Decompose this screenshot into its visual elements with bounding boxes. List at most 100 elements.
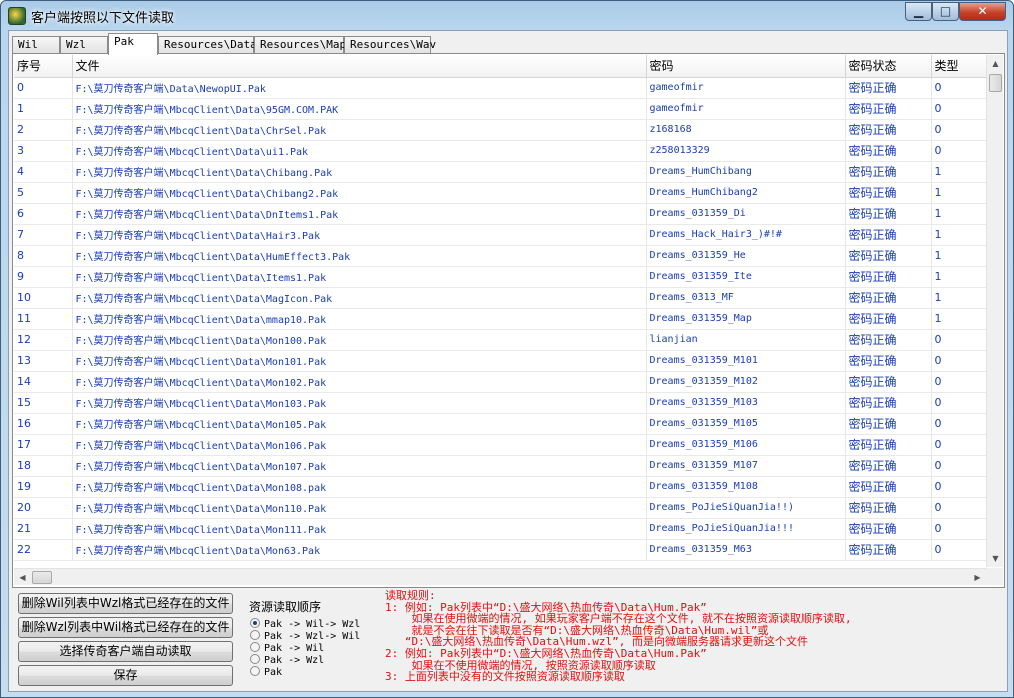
read-order-group: 资源读取顺序 Pak -> Wil-> Wzl Pak -> Wzl-> Wil P… <box>240 594 390 689</box>
table-row[interactable]: 18 F:\莫刀传奇客户端\MbcqClient\Data\Mon107.Pak D… <box>14 455 986 477</box>
table-row[interactable]: 12 F:\莫刀传奇客户端\MbcqClient\Data\Mon100.Pak l… <box>14 329 986 351</box>
table-row[interactable]: 7 F:\莫刀传奇客户端\MbcqClient\Data\Hair3.Pak Dre… <box>14 224 986 246</box>
radio-button-icon[interactable] <box>250 618 260 628</box>
file-list-grid[interactable]: 序号 文件 密码 密码状态 类型 0 F:\莫刀传奇客户端\Data\NewopU… <box>14 55 986 567</box>
cell-password-status: 密码正确 <box>845 266 932 288</box>
cell-index: 20 <box>14 497 73 519</box>
minimize-button[interactable]: ▁ <box>905 2 932 21</box>
table-row[interactable]: 14 F:\莫刀传奇客户端\MbcqClient\Data\Mon102.Pak D… <box>14 371 986 393</box>
main-window: 客户端按照以下文件读取 ▁ □ ✕ Wil Wzl Pak Resources\… <box>0 0 1014 698</box>
tab-pak[interactable]: Pak <box>108 33 158 55</box>
cell-type: 1 <box>931 266 986 288</box>
cell-password: gameofmir <box>646 98 846 120</box>
cell-file-path: F:\莫刀传奇客户端\MbcqClient\Data\Mon105.Pak <box>72 413 647 435</box>
rules-line: 读取规则: <box>385 589 436 602</box>
cell-file-path: F:\莫刀传奇客户端\MbcqClient\Data\Chibang.Pak <box>72 161 647 183</box>
cell-index: 0 <box>14 77 73 99</box>
vertical-scrollbar[interactable]: ▲ ▼ <box>986 55 1003 567</box>
cell-type: 0 <box>931 539 986 561</box>
cell-password-status: 密码正确 <box>845 77 932 99</box>
cell-index: 22 <box>14 539 73 561</box>
cell-password: Dreams_PoJieSiQuanJia!!! <box>646 518 846 540</box>
scroll-up-arrow-icon[interactable]: ▲ <box>987 55 1004 72</box>
close-button[interactable]: ✕ <box>959 2 1006 21</box>
cell-password-status: 密码正确 <box>845 329 932 351</box>
table-row[interactable]: 3 F:\莫刀传奇客户端\MbcqClient\Data\ui1.Pak z2580… <box>14 140 986 162</box>
radio-button-icon[interactable] <box>250 642 260 652</box>
table-row[interactable]: 9 F:\莫刀传奇客户端\MbcqClient\Data\Items1.Pak Dr… <box>14 266 986 288</box>
table-row[interactable]: 17 F:\莫刀传奇客户端\MbcqClient\Data\Mon106.Pak D… <box>14 434 986 456</box>
delete-wil-duplicates-button[interactable]: 删除Wil列表中Wzl格式已经存在的文件 <box>18 593 233 614</box>
table-row[interactable]: 16 F:\莫刀传奇客户端\MbcqClient\Data\Mon105.Pak D… <box>14 413 986 435</box>
radio-button-icon[interactable] <box>250 654 260 664</box>
scroll-down-arrow-icon[interactable]: ▼ <box>987 550 1004 567</box>
cell-type: 1 <box>931 224 986 246</box>
table-header-row: 序号 文件 密码 密码状态 类型 <box>14 55 986 78</box>
table-row[interactable]: 8 F:\莫刀传奇客户端\MbcqClient\Data\HumEffect3.P… <box>14 245 986 267</box>
cell-password-status: 密码正确 <box>845 476 932 498</box>
table-row[interactable]: 0 F:\莫刀传奇客户端\Data\NewopUI.Pak gameofmir 密码正… <box>14 77 986 99</box>
read-order-option[interactable]: Pak -> Wzl-> Wil <box>250 630 360 642</box>
read-order-option[interactable]: Pak -> Wil <box>250 642 324 654</box>
column-header-index[interactable]: 序号 <box>14 55 73 78</box>
cell-file-path: F:\莫刀传奇客户端\MbcqClient\Data\ChrSel.Pak <box>72 119 647 141</box>
tab-resources-map[interactable]: Resources\Map <box>254 36 346 54</box>
table-row[interactable]: 2 F:\莫刀传奇客户端\MbcqClient\Data\ChrSel.Pak z1… <box>14 119 986 141</box>
cell-type: 0 <box>931 119 986 141</box>
cell-password-status: 密码正确 <box>845 182 932 204</box>
save-button[interactable]: 保存 <box>18 665 233 686</box>
cell-password: Dreams_031359_M106 <box>646 434 846 456</box>
cell-password: z168168 <box>646 119 846 141</box>
cell-index: 11 <box>14 308 73 330</box>
maximize-button[interactable]: □ <box>932 2 959 21</box>
radio-button-icon[interactable] <box>250 666 260 676</box>
table-row[interactable]: 15 F:\莫刀传奇客户端\MbcqClient\Data\Mon103.Pak D… <box>14 392 986 414</box>
table-row[interactable]: 4 F:\莫刀传奇客户端\MbcqClient\Data\Chibang.Pak D… <box>14 161 986 183</box>
cell-type: 0 <box>931 329 986 351</box>
cell-index: 17 <box>14 434 73 456</box>
table-row[interactable]: 19 F:\莫刀传奇客户端\MbcqClient\Data\Mon108.pak D… <box>14 476 986 498</box>
table-row[interactable]: 11 F:\莫刀传奇客户端\MbcqClient\Data\mmap10.Pak D… <box>14 308 986 330</box>
vertical-scroll-thumb[interactable] <box>989 74 1002 92</box>
column-header-password[interactable]: 密码 <box>646 55 846 78</box>
cell-password: Dreams_031359_Ite <box>646 266 846 288</box>
table-row[interactable]: 6 F:\莫刀传奇客户端\MbcqClient\Data\DnItems1.Pak… <box>14 203 986 225</box>
delete-wzl-duplicates-button[interactable]: 删除Wzl列表中Wil格式已经存在的文件 <box>18 617 233 638</box>
tab-wzl[interactable]: Wzl <box>60 36 108 54</box>
read-order-option[interactable]: Pak <box>250 666 282 678</box>
table-row[interactable]: 20 F:\莫刀传奇客户端\MbcqClient\Data\Mon110.Pak D… <box>14 497 986 519</box>
read-order-option[interactable]: Pak -> Wzl <box>250 654 324 666</box>
table-row[interactable]: 1 F:\莫刀传奇客户端\MbcqClient\Data\95GM.COM.PAK… <box>14 98 986 120</box>
table-row[interactable]: 13 F:\莫刀传奇客户端\MbcqClient\Data\Mon101.Pak D… <box>14 350 986 372</box>
column-header-password-status[interactable]: 密码状态 <box>845 55 932 78</box>
cell-password: Dreams_031359_M108 <box>646 476 846 498</box>
scroll-right-arrow-icon[interactable]: ▶ <box>969 569 986 586</box>
cell-password-status: 密码正确 <box>845 308 932 330</box>
cell-file-path: F:\莫刀传奇客户端\MbcqClient\Data\Hair3.Pak <box>72 224 647 246</box>
table-row[interactable]: 10 F:\莫刀传奇客户端\MbcqClient\Data\MagIcon.Pak… <box>14 287 986 309</box>
auto-read-client-button[interactable]: 选择传奇客户端自动读取 <box>18 641 233 662</box>
cell-index: 19 <box>14 476 73 498</box>
scroll-left-arrow-icon[interactable]: ◀ <box>14 569 31 586</box>
table-row[interactable]: 22 F:\莫刀传奇客户端\MbcqClient\Data\Mon63.Pak Dr… <box>14 539 986 561</box>
column-header-file[interactable]: 文件 <box>72 55 647 78</box>
cell-password: Dreams_031359_M105 <box>646 413 846 435</box>
horizontal-scrollbar[interactable]: ◀ ▶ <box>14 568 986 585</box>
cell-file-path: F:\莫刀传奇客户端\MbcqClient\Data\Mon106.Pak <box>72 434 647 456</box>
radio-button-icon[interactable] <box>250 630 260 640</box>
tab-wil[interactable]: Wil <box>12 36 60 54</box>
table-row[interactable]: 5 F:\莫刀传奇客户端\MbcqClient\Data\Chibang2.Pak… <box>14 182 986 204</box>
table-row[interactable]: 21 F:\莫刀传奇客户端\MbcqClient\Data\Mon111.Pak D… <box>14 518 986 540</box>
tab-resources-data[interactable]: Resources\Data <box>158 36 257 54</box>
cell-index: 15 <box>14 392 73 414</box>
horizontal-scroll-thumb[interactable] <box>32 571 52 584</box>
cell-password: Dreams_031359_M103 <box>646 392 846 414</box>
cell-file-path: F:\莫刀传奇客户端\MbcqClient\Data\Items1.Pak <box>72 266 647 288</box>
column-header-type[interactable]: 类型 <box>931 55 986 78</box>
cell-index: 8 <box>14 245 73 267</box>
tab-resources-wav[interactable]: Resources\Wav <box>344 36 436 54</box>
read-order-option[interactable]: Pak -> Wil-> Wzl <box>250 618 360 630</box>
title-bar[interactable]: 客户端按照以下文件读取 ▁ □ ✕ <box>1 1 1013 30</box>
cell-password-status: 密码正确 <box>845 119 932 141</box>
file-table: 序号 文件 密码 密码状态 类型 0 F:\莫刀传奇客户端\Data\NewopU… <box>14 55 986 561</box>
